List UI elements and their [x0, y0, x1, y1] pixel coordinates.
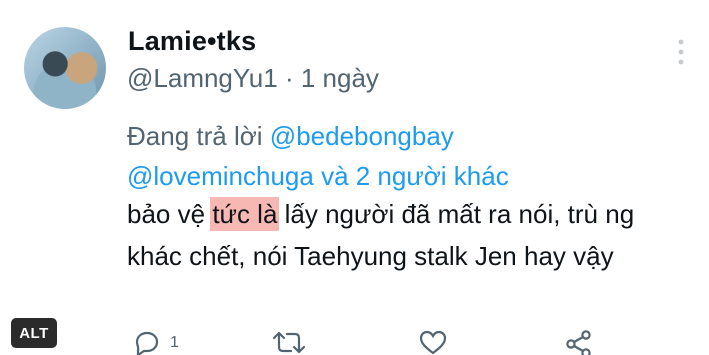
alt-badge[interactable]: ALT: [11, 318, 57, 348]
replying-to-label: Đang trả lời: [127, 121, 263, 151]
mention-link[interactable]: @loveminchuga: [127, 161, 314, 191]
reply-icon: [135, 331, 159, 355]
mention-link[interactable]: @bedebongbay: [270, 121, 454, 151]
avatar[interactable]: [24, 27, 106, 109]
user-handle[interactable]: @LamngYu1: [127, 63, 278, 93]
tweet-time[interactable]: 1 ngày: [301, 63, 379, 93]
more-options-icon[interactable]: [676, 38, 686, 66]
like-button[interactable]: [419, 330, 447, 355]
separator-dot: ·: [284, 63, 294, 93]
highlighted-text: tức là: [212, 199, 278, 229]
retweet-button[interactable]: [272, 330, 306, 355]
others-link[interactable]: và 2 người khác: [321, 161, 509, 191]
tweet-text: bảo vệ tức là lấy người đã mất ra nói, t…: [127, 193, 687, 277]
reply-button[interactable]: 1: [134, 330, 179, 355]
handle-line: @LamngYu1 · 1 ngày: [127, 63, 379, 94]
share-icon: [566, 330, 591, 355]
replying-to: Đang trả lời @bedebongbay @loveminchuga …: [127, 116, 687, 196]
retweet-icon: [272, 331, 306, 354]
tweet-text-start: bảo vệ: [127, 199, 206, 229]
display-name[interactable]: Lamie•tks: [128, 26, 256, 57]
heart-icon: [419, 330, 447, 355]
share-button[interactable]: [565, 330, 593, 355]
reply-count: 1: [170, 334, 179, 351]
